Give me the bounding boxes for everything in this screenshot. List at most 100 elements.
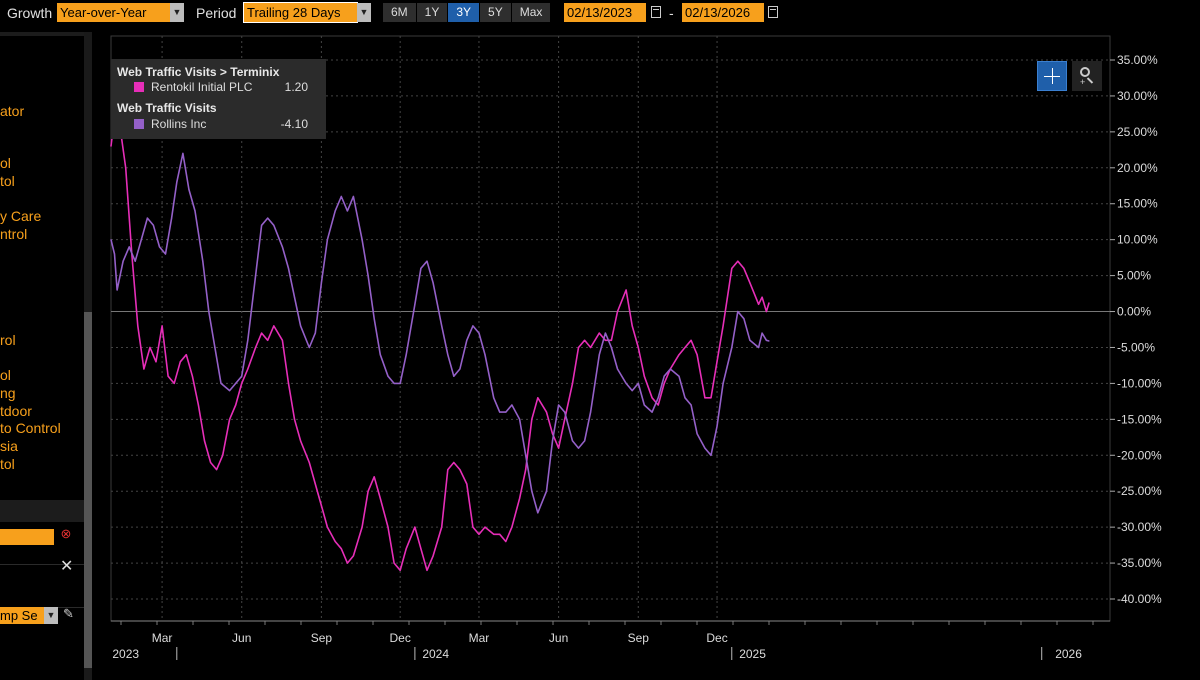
data-point-rollins — [657, 397, 659, 399]
data-point-rentokil — [426, 569, 428, 571]
data-point-rollins — [164, 253, 167, 255]
x-tick-label: Jun — [232, 631, 251, 645]
data-point-rentokil — [373, 476, 375, 478]
data-point-rollins — [761, 332, 763, 334]
data-point-rollins — [631, 390, 633, 392]
data-point-rentokil — [125, 167, 127, 169]
data-point-rollins — [493, 397, 495, 399]
legend-swatch-rentokil — [134, 82, 144, 92]
x-tick-label: Sep — [311, 631, 333, 645]
data-point-rentokil — [525, 469, 527, 471]
data-point-rollins — [152, 224, 154, 226]
data-point-rollins — [511, 404, 513, 406]
data-point-rentokil — [737, 260, 739, 262]
data-point-rollins — [525, 454, 527, 456]
data-point-rentokil — [185, 354, 187, 356]
data-point-rollins — [625, 382, 627, 384]
data-point-rollins — [281, 246, 283, 248]
y-tick-label: -30.00% — [1117, 520, 1162, 534]
data-point-rentokil — [235, 404, 237, 406]
legend-title-2: Web Traffic Visits — [117, 101, 217, 115]
data-point-rollins — [731, 346, 733, 349]
data-point-rollins — [537, 512, 539, 514]
data-point-rollins — [598, 354, 600, 356]
data-point-rollins — [122, 260, 124, 262]
data-point-rentokil — [414, 526, 416, 528]
data-point-rentokil — [216, 469, 218, 471]
y-tick-label: 0.00% — [1117, 305, 1151, 319]
data-point-rollins — [255, 275, 257, 277]
data-point-rollins — [367, 275, 369, 277]
data-point-rollins — [116, 289, 118, 291]
year-label: 2024 — [422, 647, 449, 661]
data-point-rollins — [146, 217, 148, 219]
data-point-rentokil — [405, 548, 407, 550]
data-point-rollins — [171, 217, 173, 219]
data-point-rollins — [484, 354, 486, 356]
data-point-rentokil — [393, 562, 395, 564]
data-point-rollins — [616, 368, 619, 370]
data-point-rentokil — [545, 411, 548, 413]
data-point-rentokil — [537, 397, 539, 399]
data-point-rentokil — [571, 382, 574, 384]
data-point-rentokil — [519, 497, 521, 499]
data-point-rollins — [441, 325, 443, 327]
data-point-rentokil — [155, 361, 157, 363]
data-point-rollins — [235, 382, 237, 384]
data-point-rentokil — [531, 418, 533, 420]
zoom-icon[interactable]: + — [1072, 61, 1102, 91]
data-point-rollins — [110, 239, 112, 241]
data-point-rollins — [768, 340, 770, 342]
data-point-rentokil — [352, 555, 354, 557]
legend-value-rollins: -4.10 — [280, 117, 308, 131]
data-point-rentokil — [241, 382, 243, 384]
data-point-rentokil — [511, 526, 513, 528]
data-point-rollins — [678, 375, 680, 377]
data-point-rentokil — [247, 368, 249, 370]
data-point-rollins — [696, 433, 698, 435]
data-point-rentokil — [761, 296, 763, 298]
y-tick-label: 35.00% — [1117, 53, 1158, 67]
data-point-rentokil — [722, 325, 724, 327]
y-tick-label: 30.00% — [1117, 89, 1158, 103]
y-tick-label: 20.00% — [1117, 161, 1158, 175]
data-point-rollins — [267, 217, 269, 219]
data-point-rentokil — [149, 346, 151, 349]
data-point-rollins — [716, 425, 718, 428]
data-point-rollins — [414, 303, 416, 305]
data-point-rentokil — [749, 282, 751, 284]
data-point-rollins — [531, 490, 533, 492]
data-point-rentokil — [340, 548, 342, 550]
data-point-rollins — [551, 440, 554, 442]
data-point-rollins — [182, 152, 184, 154]
data-point-rollins — [690, 404, 692, 406]
data-point-rentokil — [273, 325, 275, 327]
y-tick-label: -20.00% — [1117, 448, 1162, 462]
data-point-rollins — [472, 325, 474, 327]
data-point-rollins — [684, 397, 686, 399]
data-point-rentokil — [558, 447, 560, 449]
data-point-rollins — [466, 339, 468, 341]
data-point-rentokil — [210, 461, 212, 464]
data-point-rentokil — [484, 526, 486, 528]
data-point-rentokil — [110, 145, 112, 147]
data-point-rollins — [334, 210, 336, 212]
data-point-rentokil — [564, 418, 566, 420]
data-point-rentokil — [696, 354, 698, 356]
data-point-rentokil — [651, 397, 653, 399]
data-point-rentokil — [590, 346, 592, 349]
data-point-rentokil — [678, 354, 680, 356]
data-point-rollins — [220, 382, 222, 384]
x-tick-label: Dec — [389, 631, 410, 645]
data-point-rollins — [261, 224, 263, 226]
data-point-rentokil — [308, 461, 310, 464]
crosshair-icon[interactable] — [1037, 61, 1067, 91]
data-point-rentokil — [143, 368, 145, 370]
data-point-rentokil — [459, 469, 461, 471]
data-point-rentokil — [598, 332, 600, 334]
data-point-rentokil — [191, 375, 193, 377]
data-point-rollins — [453, 375, 455, 377]
data-point-rentokil — [346, 562, 348, 564]
data-point-rollins — [134, 260, 136, 262]
data-point-rollins — [208, 310, 210, 313]
